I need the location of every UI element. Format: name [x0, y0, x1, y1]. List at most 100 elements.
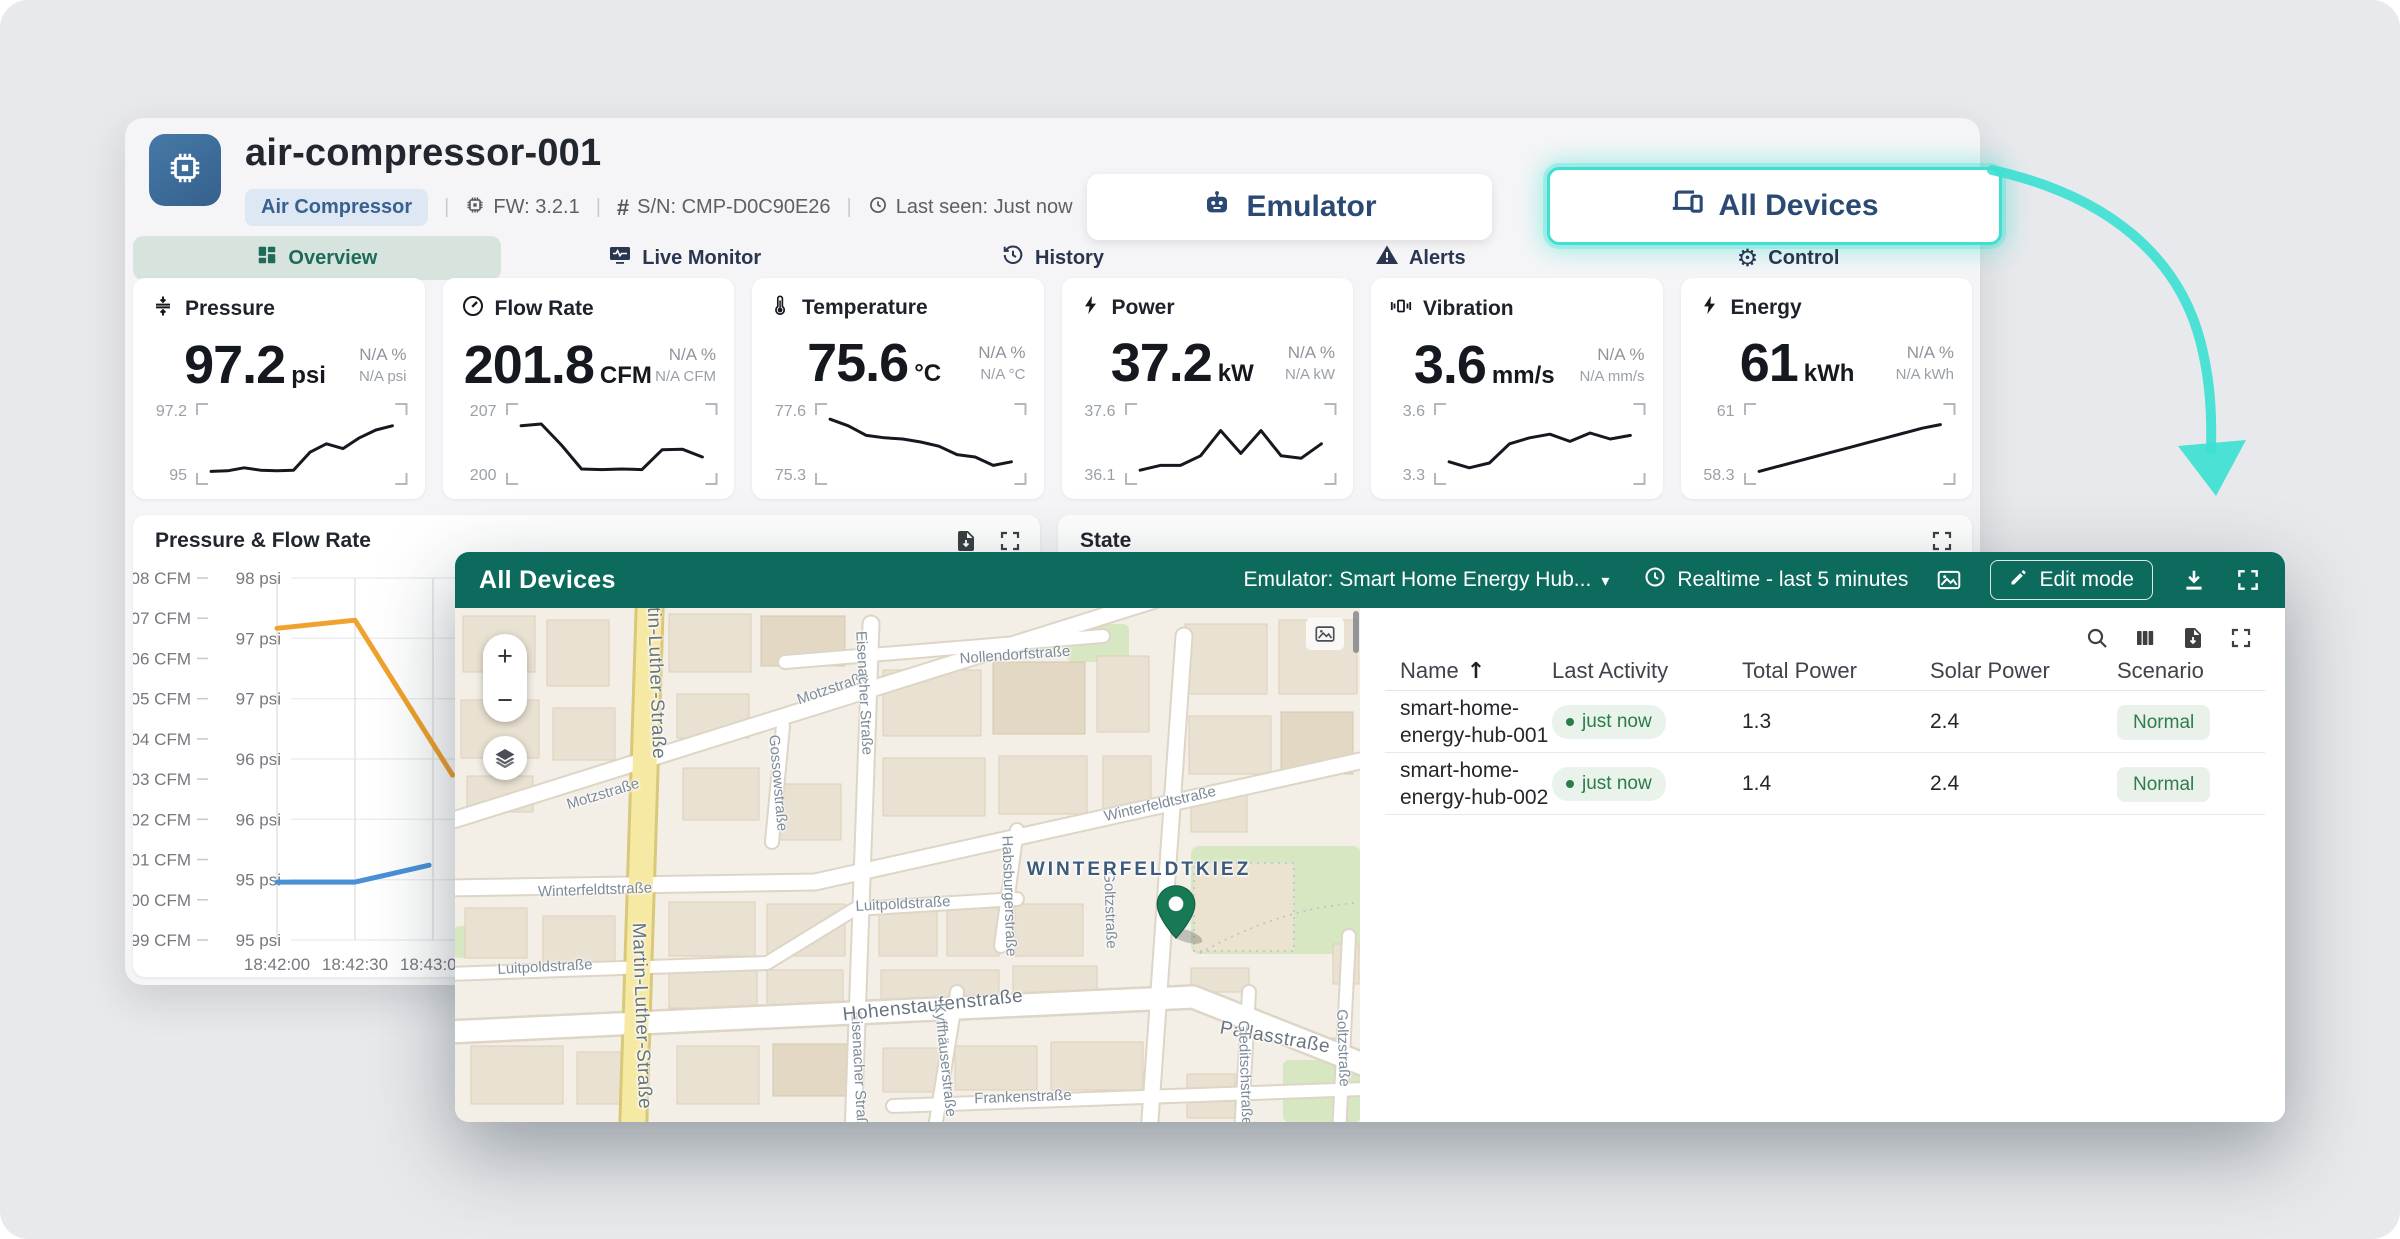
svg-text:203 CFM: 203 CFM	[133, 770, 191, 789]
modal-title: All Devices	[479, 566, 616, 595]
columns-icon[interactable]	[2133, 626, 2157, 650]
fullscreen-icon[interactable]	[2235, 567, 2261, 593]
svg-text:96 psi: 96 psi	[236, 750, 281, 769]
search-icon[interactable]	[2085, 626, 2109, 650]
metric-sparkline	[1433, 401, 1647, 487]
gauge-icon	[461, 294, 485, 324]
clock-icon	[1643, 565, 1667, 595]
grid-icon	[256, 244, 278, 272]
device-avatar	[149, 134, 221, 206]
device-header: air-compressor-001 Air Compressor | FW: …	[149, 132, 1956, 238]
svg-text:95 psi: 95 psi	[236, 931, 281, 950]
tab-history[interactable]: History	[869, 236, 1237, 280]
devices-icon	[1670, 185, 1704, 227]
metric-value: 75.6	[807, 333, 908, 393]
emulator-selector[interactable]: Emulator: Smart Home Energy Hub... ▾	[1238, 567, 1616, 593]
svg-text:95 psi: 95 psi	[236, 871, 281, 890]
tab-control[interactable]: ⚙ Control	[1604, 236, 1972, 280]
vibration-icon	[1389, 294, 1413, 324]
svg-text:201 CFM: 201 CFM	[133, 851, 191, 870]
metric-sparkline	[814, 401, 1028, 487]
last-activity-badge: just now	[1552, 767, 1666, 801]
table-row[interactable]: smart-home-energy-hub-002 just now 1.4 2…	[1385, 753, 2265, 815]
column-header-solar-power[interactable]: Solar Power	[1930, 658, 2117, 684]
table-row[interactable]: smart-home-energy-hub-001 just now 1.3 2…	[1385, 691, 2265, 753]
panel-title: Pressure & Flow Rate	[155, 529, 371, 553]
svg-text:18:42:00: 18:42:00	[244, 955, 310, 974]
all-devices-button[interactable]: All Devices	[1547, 167, 2002, 245]
metric-value: 3.6	[1414, 335, 1486, 395]
zoom-out-button[interactable]: −	[483, 678, 527, 722]
edit-mode-button[interactable]: Edit mode	[1990, 560, 2153, 600]
tab-bar: Overview Live Monitor History Alerts	[133, 236, 1972, 280]
metric-value: 201.8	[464, 335, 594, 395]
svg-text:205 CFM: 205 CFM	[133, 690, 191, 709]
thermometer-icon	[770, 294, 792, 322]
metric-card-pressure: Pressure 97.2psi N/A %N/A psi 97.295	[133, 278, 425, 499]
location-pin[interactable]	[1155, 884, 1197, 942]
svg-text:206 CFM: 206 CFM	[133, 649, 191, 668]
metric-card-power: Power 37.2kW N/A %N/A kW 37.636.1	[1062, 278, 1354, 499]
tab-overview[interactable]: Overview	[133, 236, 501, 280]
fullscreen-icon[interactable]	[998, 529, 1022, 553]
metric-cards: Pressure 97.2psi N/A %N/A psi 97.295 Flo…	[133, 278, 1972, 499]
all-devices-modal: All Devices Emulator: Smart Home Energy …	[455, 552, 2285, 1122]
svg-text:97 psi: 97 psi	[236, 629, 281, 648]
alert-triangle-icon	[1375, 243, 1399, 273]
fullscreen-icon[interactable]	[1930, 529, 1954, 553]
tab-live-monitor[interactable]: Live Monitor	[501, 236, 869, 280]
devices-table: Name ↑ Last Activity Total Power Solar P…	[1385, 608, 2265, 1122]
layers-button[interactable]	[483, 736, 527, 780]
zoom-in-button[interactable]: +	[483, 634, 527, 678]
compress-icon	[151, 294, 175, 324]
clock-icon	[868, 195, 888, 221]
metric-value: 37.2	[1111, 333, 1212, 393]
fullscreen-icon[interactable]	[2229, 626, 2253, 650]
cell-total-power: 1.3	[1742, 710, 1930, 734]
svg-text:98 psi: 98 psi	[236, 569, 281, 588]
cell-total-power: 1.4	[1742, 772, 1930, 796]
bolt-icon	[1699, 294, 1721, 322]
time-range-selector[interactable]: Realtime - last 5 minutes	[1643, 565, 1908, 595]
column-header-total-power[interactable]: Total Power	[1742, 658, 1930, 684]
column-header-scenario[interactable]: Scenario	[2117, 658, 2265, 684]
serial-info: # S/N: CMP-D0C90E26	[617, 195, 831, 221]
metric-sparkline	[1743, 401, 1957, 487]
device-meta: Air Compressor | FW: 3.2.1 | #	[245, 189, 1073, 226]
svg-text:96 psi: 96 psi	[236, 810, 281, 829]
metric-value: 61	[1740, 333, 1798, 393]
chip-icon	[166, 149, 204, 192]
page-title: air-compressor-001	[245, 132, 1073, 175]
table-header: Name ↑ Last Activity Total Power Solar P…	[1385, 652, 2265, 690]
svg-text:202 CFM: 202 CFM	[133, 810, 191, 829]
export-icon[interactable]	[954, 529, 978, 553]
svg-text:208 CFM: 208 CFM	[133, 569, 191, 588]
column-header-last-activity[interactable]: Last Activity	[1552, 658, 1742, 684]
screenshot-image-icon[interactable]	[1936, 567, 1962, 593]
map-scrollbar[interactable]	[1353, 611, 1359, 653]
metric-value: 97.2	[184, 335, 285, 395]
panel-title: State	[1080, 529, 1131, 553]
chevron-down-icon: ▾	[1601, 571, 1609, 590]
cell-name: smart-home-energy-hub-002	[1400, 753, 1550, 815]
desktop-screen: air-compressor-001 Air Compressor | FW: …	[0, 0, 2400, 1239]
map-image-icon[interactable]	[1306, 618, 1344, 650]
device-map[interactable]: NollendorfstraßeMotzstraßeMotzstraßeWint…	[455, 608, 1360, 1122]
gear-icon: ⚙	[1737, 246, 1759, 270]
device-type-badge: Air Compressor	[245, 189, 428, 226]
emulator-button[interactable]: Emulator	[1087, 174, 1492, 240]
column-header-name[interactable]: Name ↑	[1400, 658, 1552, 684]
svg-text:199 CFM: 199 CFM	[133, 931, 191, 950]
metric-card-flow-rate: Flow Rate 201.8CFM N/A %N/A CFM 207200	[443, 278, 735, 499]
metric-sparkline	[195, 401, 409, 487]
status-dot	[1566, 780, 1574, 788]
cell-solar-power: 2.4	[1930, 710, 2117, 734]
cell-name: smart-home-energy-hub-001	[1400, 691, 1550, 753]
svg-text:97 psi: 97 psi	[236, 690, 281, 709]
last-activity-badge: just now	[1552, 705, 1666, 739]
tab-alerts[interactable]: Alerts	[1236, 236, 1604, 280]
svg-text:207 CFM: 207 CFM	[133, 609, 191, 628]
metric-card-vibration: Vibration 3.6mm/s N/A %N/A mm/s 3.63.3	[1371, 278, 1663, 499]
download-icon[interactable]	[2181, 567, 2207, 593]
export-icon[interactable]	[2181, 626, 2205, 650]
